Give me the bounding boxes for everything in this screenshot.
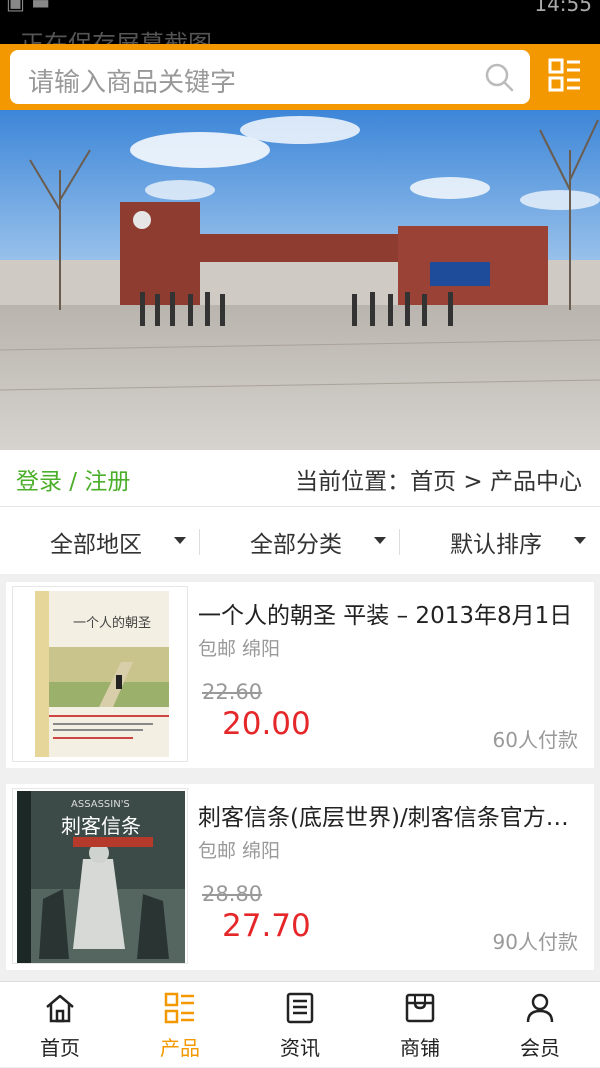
status-bar: ▣ ▬ 正在保存屏幕截图... 14:55 <box>0 0 600 58</box>
product-thumbnail[interactable]: 一个人的朝圣 <box>12 586 188 762</box>
tab-member[interactable]: 会员 <box>480 982 600 1068</box>
location-bar: 登录 / 注册 当前位置：首页 > 产品中心 <box>0 450 600 506</box>
filter-region-label: 全部地区 <box>50 532 142 558</box>
home-icon <box>46 994 74 1023</box>
product-shipping: 包邮 绵阳 <box>198 638 281 660</box>
book-cover-title: 一个人的朝圣 <box>73 615 151 631</box>
product-item[interactable]: 一个人的朝圣 一个人的朝圣 平装 – 2013年8月1日 包邮 绵阳 22.60… <box>6 582 594 768</box>
filter-category[interactable]: 全部分类 <box>200 507 400 575</box>
tab-home-label: 首页 <box>40 1036 80 1060</box>
filter-sort-label: 默认排序 <box>450 532 542 558</box>
breadcrumb: 当前位置：首页 > 产品中心 <box>295 469 582 495</box>
store-icon <box>405 993 435 1023</box>
news-icon <box>286 992 314 1024</box>
product-paid-count: 90人付款 <box>492 930 578 954</box>
caret-down-icon <box>174 537 186 544</box>
tab-products-label: 产品 <box>160 1036 200 1060</box>
book-cover-title: 刺客信条 <box>61 814 141 838</box>
member-icon <box>526 993 554 1023</box>
product-paid-count: 60人付款 <box>492 728 578 752</box>
category-menu-icon[interactable] <box>548 58 582 92</box>
product-shipping: 包邮 绵阳 <box>198 840 281 862</box>
product-title[interactable]: 一个人的朝圣 平装 – 2013年8月1日 <box>198 596 578 630</box>
product-price: 20.00 <box>222 706 311 742</box>
tab-store-label: 商铺 <box>400 1036 440 1060</box>
login-register-link[interactable]: 登录 / 注册 <box>16 462 130 496</box>
caret-down-icon <box>374 537 386 544</box>
product-price: 27.70 <box>222 908 311 944</box>
search-header: 请输入商品关键字 <box>0 44 600 110</box>
product-thumbnail[interactable]: ASSASSIN'S 刺客信条 <box>12 788 188 964</box>
product-original-price: 22.60 <box>202 680 263 704</box>
search-input[interactable]: 请输入商品关键字 <box>10 50 530 104</box>
search-icon[interactable] <box>484 62 514 92</box>
status-time: 14:55 <box>534 0 592 16</box>
filter-category-label: 全部分类 <box>250 532 342 558</box>
filter-sort[interactable]: 默认排序 <box>400 507 600 575</box>
book-cover-brand: ASSASSIN'S <box>71 799 130 810</box>
tab-home[interactable]: 首页 <box>0 982 120 1068</box>
filter-region[interactable]: 全部地区 <box>0 507 200 575</box>
product-original-price: 28.80 <box>202 882 263 906</box>
product-item[interactable]: ASSASSIN'S 刺客信条 刺客信条(底层世界)/刺客信条官方小说 包邮 绵… <box>6 784 594 970</box>
tab-news-label: 资讯 <box>280 1036 320 1060</box>
search-placeholder: 请输入商品关键字 <box>28 68 237 98</box>
tab-member-label: 会员 <box>520 1036 560 1060</box>
caret-down-icon <box>574 537 586 544</box>
banner-image[interactable] <box>0 110 600 450</box>
screenshot-icon: ▣ ▬ <box>6 0 51 14</box>
tab-products[interactable]: 产品 <box>120 982 240 1068</box>
product-icon <box>164 992 194 1024</box>
tab-store[interactable]: 商铺 <box>360 982 480 1068</box>
filter-bar: 全部地区 全部分类 默认排序 <box>0 506 600 574</box>
tab-news[interactable]: 资讯 <box>240 982 360 1068</box>
bottom-tab-bar: 首页 产品 资讯 商铺 会员 <box>0 981 600 1067</box>
product-title[interactable]: 刺客信条(底层世界)/刺客信条官方小说 <box>198 798 578 832</box>
